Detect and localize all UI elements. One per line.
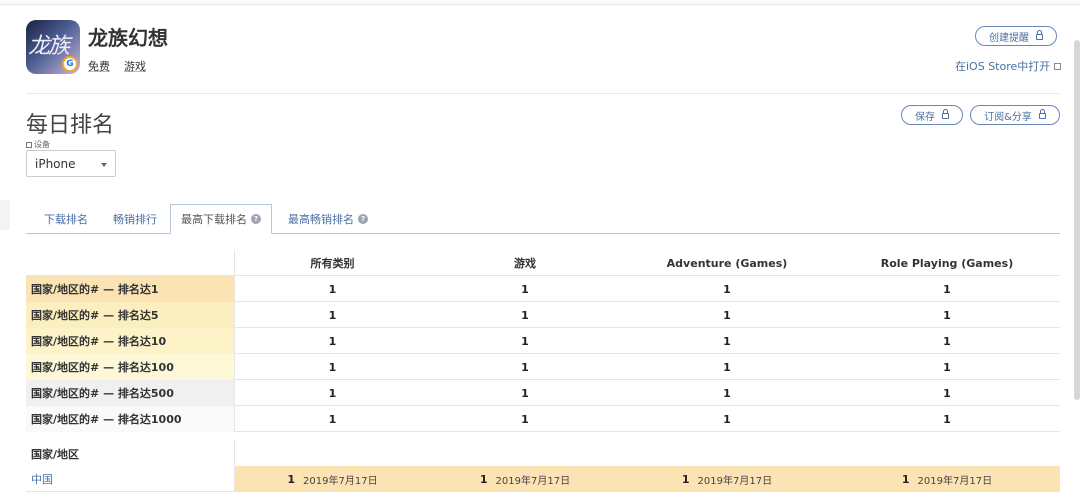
- rank-count: 1: [521, 308, 529, 322]
- rank-count: 1: [328, 386, 337, 400]
- rank-value: 1: [287, 472, 296, 486]
- page-scrollbar[interactable]: [1074, 40, 1080, 400]
- country-name-link[interactable]: 中国: [26, 466, 235, 492]
- country-row: 中国 1 2019年7月17日 1 2019年7月17日 1 2019年7月17日 1…: [26, 466, 1060, 492]
- rank-count: 1: [943, 412, 951, 426]
- top-bar: [0, 0, 1080, 5]
- row-label: 国家/地区的# — 排名达1000: [26, 406, 235, 432]
- column-header: 所有类别: [310, 257, 355, 270]
- create-alert-button[interactable]: 创建提醒: [975, 26, 1057, 46]
- table-row: 国家/地区的# — 排名达10 1 1 1 1: [26, 328, 1060, 354]
- rank-count: 1: [328, 282, 337, 296]
- country-rank-cell: 1 2019年7月17日: [620, 466, 834, 492]
- open-ios-store-link[interactable]: 在iOS Store中打开: [955, 58, 1062, 74]
- tencent-badge-icon: G: [62, 56, 78, 72]
- price-link[interactable]: 免费: [88, 58, 110, 74]
- device-select-value: iPhone: [35, 156, 76, 171]
- checkbox-icon: [26, 141, 32, 148]
- open-ios-store-label: 在iOS Store中打开: [955, 60, 1051, 73]
- rank-count: 1: [328, 308, 337, 322]
- column-header: 游戏: [514, 257, 536, 270]
- save-button[interactable]: 保存: [901, 105, 963, 125]
- genre-link[interactable]: 游戏: [124, 58, 146, 74]
- device-select[interactable]: iPhone: [26, 150, 116, 177]
- help-icon[interactable]: ?: [251, 214, 261, 224]
- rank-count: 1: [723, 360, 731, 374]
- page-title: 每日排名: [26, 113, 115, 138]
- column-header: Role Playing (Games): [880, 256, 1014, 270]
- row-label: 国家/地区的# — 排名达100: [26, 354, 235, 380]
- rank-count: 1: [521, 360, 529, 374]
- country-rank-cell: 1 2019年7月17日: [834, 466, 1060, 492]
- rank-count: 1: [521, 386, 529, 400]
- row-label: 国家/地区的# — 排名达1: [26, 276, 235, 302]
- rank-count: 1: [943, 308, 951, 322]
- rank-count: 1: [943, 282, 951, 296]
- rank-count: 1: [723, 412, 731, 426]
- subscribe-share-label: 订阅&分享: [984, 111, 1032, 123]
- tab-downloads-rank[interactable]: 下载排名: [44, 204, 88, 234]
- table-row: 国家/地区的# — 排名达1 1 1 1 1: [26, 276, 1060, 302]
- left-edge-tab: [0, 200, 10, 230]
- rank-count: 1: [723, 334, 731, 348]
- lock-icon: [1036, 30, 1043, 40]
- device-label-text: 设备: [34, 140, 50, 149]
- country-header: 国家/地区: [26, 440, 235, 468]
- table-row: 国家/地区的# — 排名达500 1 1 1 1: [26, 380, 1060, 406]
- rank-date: 2019年7月17日: [495, 475, 571, 487]
- device-label: 设备: [26, 139, 50, 150]
- tab-grossing-rank[interactable]: 畅销排行: [113, 204, 157, 234]
- lock-icon: [1038, 109, 1046, 119]
- table-row: 国家/地区的# — 排名达100 1 1 1 1: [26, 354, 1060, 380]
- lock-icon: [942, 109, 949, 119]
- rank-count: 1: [943, 386, 951, 400]
- app-icon-text: 龙族: [28, 34, 70, 59]
- table-corner: [26, 250, 235, 276]
- tab-label: 最高畅销排名: [288, 213, 354, 226]
- save-label: 保存: [915, 111, 935, 123]
- column-header: Adventure (Games): [666, 256, 788, 270]
- country-rank-cell: 1 2019年7月17日: [430, 466, 620, 492]
- help-icon[interactable]: ?: [358, 214, 368, 224]
- create-alert-label: 创建提醒: [989, 32, 1029, 44]
- row-label: 国家/地区的# — 排名达5: [26, 302, 235, 328]
- rank-count: 1: [521, 282, 529, 296]
- app-meta: 免费 游戏: [88, 58, 146, 74]
- tab-top-grossing-rank[interactable]: 最高畅销排名 ?: [288, 204, 368, 234]
- subscribe-share-button[interactable]: 订阅&分享: [970, 105, 1060, 125]
- chevron-down-icon: [101, 163, 107, 167]
- rank-count: 1: [723, 308, 731, 322]
- rank-count: 1: [328, 412, 337, 426]
- rank-count: 1: [723, 282, 731, 296]
- rank-value: 1: [681, 472, 690, 486]
- app-title: 龙族幻想: [88, 26, 168, 50]
- rank-count: 1: [943, 334, 951, 348]
- rank-count: 1: [328, 334, 337, 348]
- rank-value: 1: [901, 472, 910, 486]
- tab-label: 最高下载排名: [181, 213, 247, 226]
- app-icon: 龙族 G: [26, 20, 80, 74]
- rank-date: 2019年7月17日: [303, 475, 378, 487]
- row-label: 国家/地区的# — 排名达500: [26, 380, 235, 406]
- rank-date: 2019年7月17日: [697, 475, 773, 487]
- header-divider: [26, 93, 1060, 94]
- rank-date: 2019年7月17日: [917, 475, 993, 487]
- rank-count: 1: [943, 360, 951, 374]
- row-label: 国家/地区的# — 排名达10: [26, 328, 235, 354]
- country-header-row: 国家/地区: [26, 440, 1060, 468]
- rank-count: 1: [521, 334, 529, 348]
- tab-top-downloads-rank[interactable]: 最高下载排名 ?: [170, 204, 272, 234]
- rank-count: 1: [521, 412, 529, 426]
- table-row: 国家/地区的# — 排名达5 1 1 1 1: [26, 302, 1060, 328]
- external-link-icon: [1054, 63, 1062, 70]
- table-row: 国家/地区的# — 排名达1000 1 1 1 1: [26, 406, 1060, 432]
- country-rank-cell: 1 2019年7月17日: [235, 466, 430, 492]
- tab-label: 下载排名: [44, 213, 88, 226]
- rank-count: 1: [328, 360, 337, 374]
- rank-value: 1: [479, 472, 488, 486]
- tab-label: 畅销排行: [113, 213, 157, 226]
- table-header-row: 所有类别 游戏 Adventure (Games) Role Playing (…: [26, 250, 1060, 276]
- rank-count: 1: [723, 386, 731, 400]
